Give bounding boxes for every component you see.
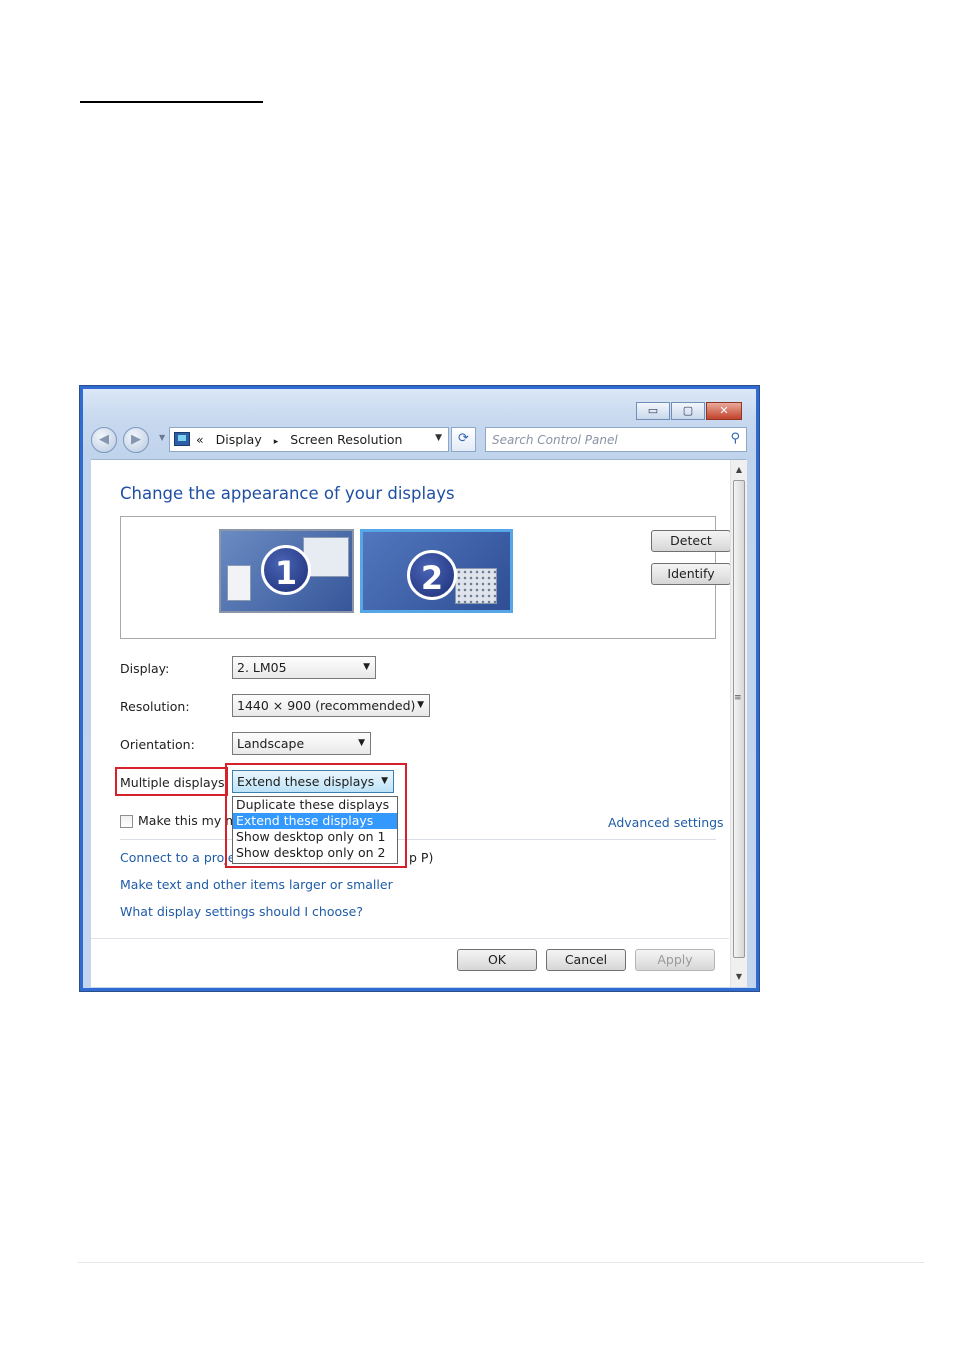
- minimize-button[interactable]: ▭: [636, 402, 670, 420]
- orientation-value: Landscape: [237, 736, 305, 751]
- monitor-number-badge: 2: [407, 550, 457, 600]
- main-display-checkbox-label[interactable]: Make this my m: [138, 813, 237, 828]
- scroll-up-icon[interactable]: ▲: [731, 462, 747, 478]
- address-bar[interactable]: « Display ▸ Screen Resolution ▼: [169, 427, 449, 452]
- address-dropdown-icon[interactable]: ▼: [435, 433, 442, 443]
- orientation-label: Orientation:: [120, 737, 195, 752]
- breadcrumb-separator-icon[interactable]: ▸: [274, 437, 279, 447]
- control-panel-icon: [174, 432, 190, 446]
- resolution-value: 1440 × 900 (recommended): [237, 698, 416, 713]
- display-label: Display:: [120, 661, 170, 676]
- highlight-box-label: [115, 767, 228, 796]
- footer-divider: [91, 938, 729, 939]
- search-input[interactable]: [492, 431, 717, 448]
- vertical-scrollbar[interactable]: ▲ ≡ ▼: [730, 460, 747, 987]
- page-title: Change the appearance of your displays: [120, 484, 455, 503]
- refresh-button[interactable]: ⟳: [451, 427, 476, 452]
- document-underline: [80, 101, 263, 103]
- apply-button[interactable]: Apply: [635, 949, 715, 971]
- detect-button[interactable]: Detect: [651, 530, 731, 552]
- caption-buttons: ▭ ▢ ✕: [636, 402, 742, 420]
- forward-arrow-icon: ▶: [131, 432, 141, 447]
- display-help-link[interactable]: What display settings should I choose?: [120, 904, 363, 919]
- search-box[interactable]: ⚲: [485, 427, 747, 452]
- main-display-checkbox[interactable]: [120, 815, 133, 828]
- recent-pages-dropdown-icon[interactable]: ▼: [159, 433, 165, 442]
- window-glass-frame: ▭ ▢ ✕ ◀ ▶ ▼ « Display ▸ Screen Resolutio…: [83, 389, 756, 988]
- monitor-number-badge: 1: [261, 545, 311, 595]
- forward-button[interactable]: ▶: [123, 427, 149, 453]
- identify-button[interactable]: Identify: [651, 563, 731, 585]
- display-select[interactable]: 2. LM05 ▼: [232, 656, 376, 679]
- chevron-down-icon: ▼: [358, 738, 365, 748]
- resolution-select[interactable]: 1440 × 900 (recommended) ▼: [232, 694, 430, 717]
- calculator-thumbnail-icon: [455, 568, 497, 604]
- connect-projector-link[interactable]: Connect to a proje: [120, 850, 235, 865]
- chevron-down-icon: ▼: [417, 700, 424, 710]
- scrollbar-thumb[interactable]: [733, 480, 745, 958]
- back-button[interactable]: ◀: [91, 427, 117, 453]
- advanced-settings-link[interactable]: Advanced settings: [608, 815, 724, 830]
- window-thumbnail-icon: [227, 565, 251, 601]
- screen-resolution-window: ▭ ▢ ✕ ◀ ▶ ▼ « Display ▸ Screen Resolutio…: [79, 385, 760, 992]
- scroll-down-icon[interactable]: ▼: [731, 969, 747, 985]
- display-value: 2. LM05: [237, 660, 287, 675]
- breadcrumb-overflow[interactable]: «: [196, 432, 204, 447]
- connect-projector-link-tail[interactable]: p P): [409, 850, 433, 865]
- scrollbar-grip-icon: ≡: [734, 693, 742, 703]
- ok-button[interactable]: OK: [457, 949, 537, 971]
- breadcrumb: « Display ▸ Screen Resolution: [196, 432, 410, 447]
- breadcrumb-screen-resolution[interactable]: Screen Resolution: [290, 432, 402, 447]
- back-arrow-icon: ◀: [99, 432, 109, 447]
- section-divider: [120, 839, 716, 840]
- monitor-arrangement: 1 2 Detect Identify: [120, 516, 731, 639]
- resolution-label: Resolution:: [120, 699, 190, 714]
- content-pane: Change the appearance of your displays 1…: [91, 459, 747, 987]
- page-footer-rule: [78, 1262, 924, 1263]
- breadcrumb-display[interactable]: Display: [216, 432, 262, 447]
- monitor-1[interactable]: 1: [219, 529, 354, 613]
- close-button[interactable]: ✕: [706, 402, 742, 420]
- chevron-down-icon: ▼: [363, 662, 370, 672]
- highlight-box-dropdown: [225, 763, 407, 868]
- text-size-link[interactable]: Make text and other items larger or smal…: [120, 877, 393, 892]
- cancel-button[interactable]: Cancel: [546, 949, 626, 971]
- maximize-button[interactable]: ▢: [671, 402, 705, 420]
- monitor-2[interactable]: 2: [360, 529, 513, 613]
- search-icon[interactable]: ⚲: [730, 431, 740, 446]
- orientation-select[interactable]: Landscape ▼: [232, 732, 371, 755]
